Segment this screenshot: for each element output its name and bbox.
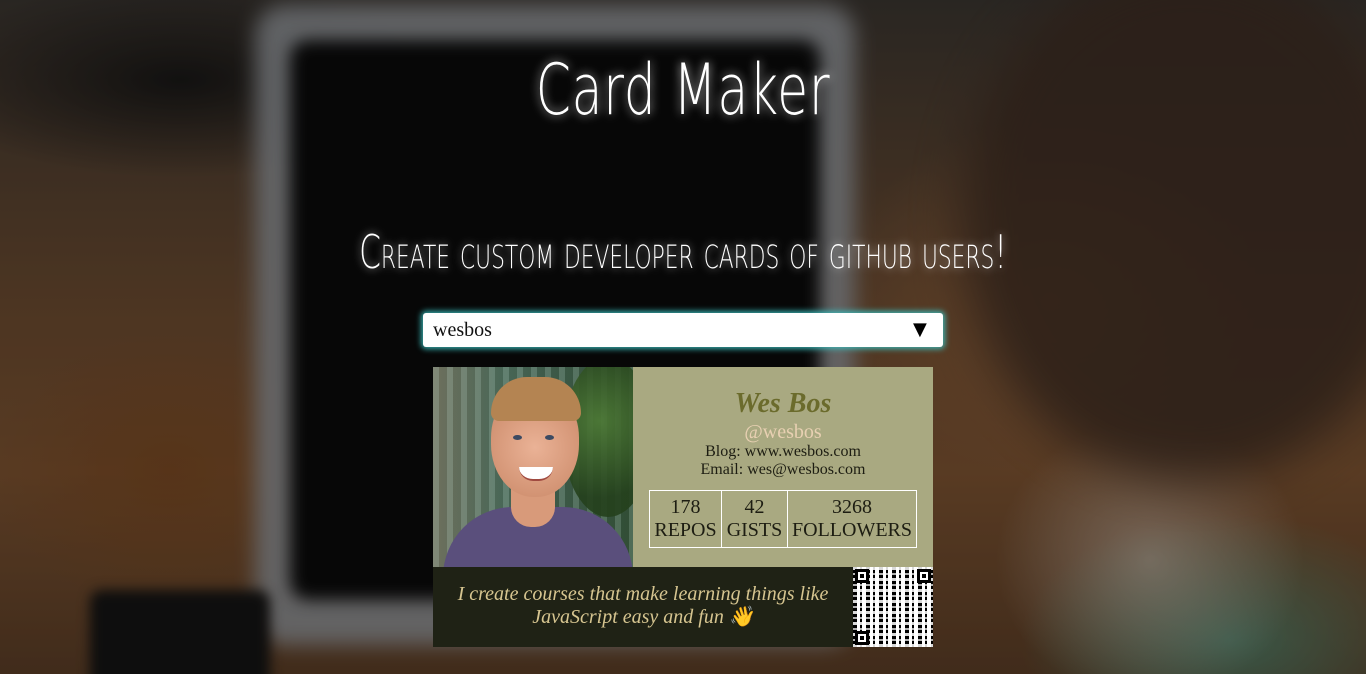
main-content: Card Maker Create custom developer cards… bbox=[0, 0, 1366, 674]
qr-code bbox=[853, 567, 933, 647]
stat-gists: 42 GISTS bbox=[722, 491, 788, 547]
username-input[interactable] bbox=[433, 317, 893, 343]
avatar bbox=[433, 367, 633, 567]
username-search[interactable]: ▼ bbox=[423, 313, 943, 347]
user-name: Wes Bos bbox=[734, 388, 832, 419]
user-bio: I create courses that make learning thin… bbox=[457, 583, 829, 628]
page-subtitle: Create custom developer cards of github … bbox=[359, 225, 1007, 279]
stat-value: 42 bbox=[744, 496, 765, 518]
card-bio-bar: I create courses that make learning thin… bbox=[433, 567, 933, 647]
stat-label: FOLLOWERS bbox=[792, 519, 912, 541]
user-blog: Blog: www.wesbos.com bbox=[705, 443, 861, 460]
stat-label: REPOS bbox=[654, 519, 717, 541]
page-title: Card Maker bbox=[535, 49, 831, 131]
stat-value: 3268 bbox=[832, 496, 872, 518]
stat-value: 178 bbox=[670, 496, 701, 518]
stat-label: GISTS bbox=[726, 519, 783, 541]
stat-followers: 3268 FOLLOWERS bbox=[788, 491, 916, 547]
user-handle: @wesbos bbox=[744, 421, 822, 443]
stat-repos: 178 REPOS bbox=[650, 491, 722, 547]
developer-card: Wes Bos @wesbos Blog: www.wesbos.com Ema… bbox=[433, 367, 933, 647]
card-info-panel: Wes Bos @wesbos Blog: www.wesbos.com Ema… bbox=[633, 367, 933, 567]
user-email: Email: wes@wesbos.com bbox=[700, 461, 866, 478]
caret-down-icon[interactable]: ▼ bbox=[913, 319, 927, 341]
stats-table: 178 REPOS 42 GISTS 3268 FOLLOWERS bbox=[649, 490, 917, 548]
